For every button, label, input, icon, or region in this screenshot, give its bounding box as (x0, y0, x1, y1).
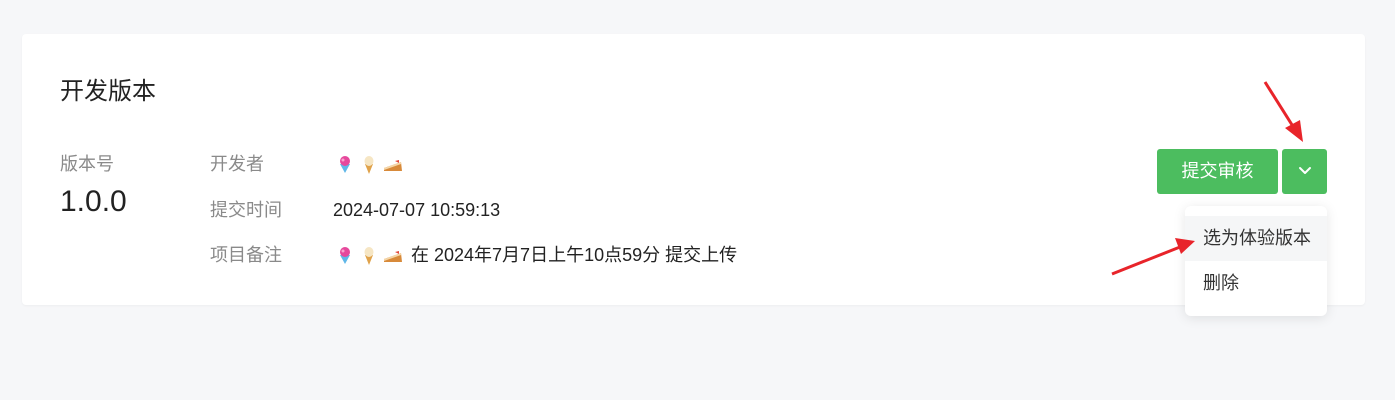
ice-cream-icon (357, 152, 381, 176)
developer-value (333, 152, 405, 176)
submit-time-label: 提交时间 (210, 200, 282, 220)
menu-item-set-experience[interactable]: 选为体验版本 (1185, 216, 1327, 261)
note-label: 项目备注 (210, 245, 282, 265)
more-actions-button[interactable] (1282, 149, 1327, 194)
note-value: 在 2024年7月7日上午10点59分 提交上传 (333, 243, 737, 267)
shaved-ice-icon (333, 152, 357, 176)
dev-version-card: 开发版本 版本号 1.0.0 开发者 提交时间 2024-07-07 10:59… (22, 34, 1365, 305)
note-text: 在 2024年7月7日上午10点59分 提交上传 (411, 245, 738, 265)
menu-item-delete[interactable]: 删除 (1185, 261, 1327, 306)
card-title: 开发版本 (60, 78, 156, 105)
submit-time-value: 2024-07-07 10:59:13 (333, 200, 501, 220)
shaved-ice-icon (333, 243, 357, 267)
version-label: 版本号 (60, 154, 114, 174)
chevron-down-icon (1297, 162, 1313, 181)
developer-label: 开发者 (210, 154, 264, 174)
submit-review-button[interactable]: 提交审核 (1157, 149, 1278, 194)
version-value: 1.0.0 (60, 185, 127, 218)
ice-cream-icon (357, 243, 381, 267)
cake-icon (381, 243, 405, 267)
actions-dropdown-menu: 选为体验版本 删除 (1185, 206, 1327, 316)
cake-icon (381, 152, 405, 176)
